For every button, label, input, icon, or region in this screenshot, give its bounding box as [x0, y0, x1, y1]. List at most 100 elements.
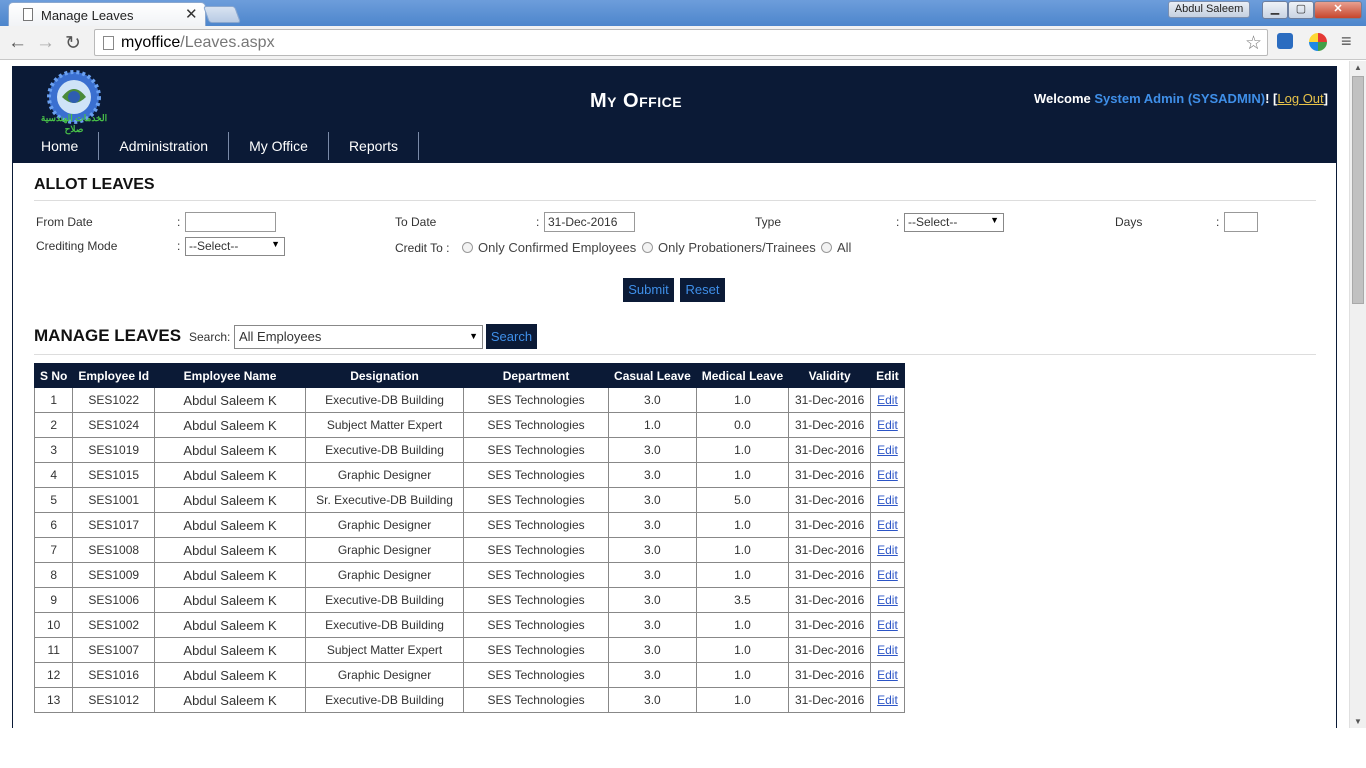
crediting-mode-select[interactable]: --Select-- ▼: [185, 237, 285, 256]
leaves-table: S No Employee Id Employee Name Designati…: [33, 363, 905, 713]
to-date-input[interactable]: 31-Dec-2016: [544, 212, 635, 232]
cell-casual-leave: 3.0: [608, 487, 697, 513]
reset-button[interactable]: Reset: [680, 278, 725, 302]
cell-validity: 31-Dec-2016: [788, 387, 872, 413]
cell-sno: 11: [33, 637, 74, 663]
cell-department: SES Technologies: [463, 412, 610, 438]
logout-link[interactable]: Log Out: [1277, 91, 1323, 106]
address-bar[interactable]: myoffice/Leaves.aspx ☆: [94, 29, 1268, 56]
manage-leaves-title: MANAGE LEAVES: [34, 326, 182, 345]
cell-medical-leave: 1.0: [695, 662, 790, 688]
cell-designation: Graphic Designer: [305, 537, 465, 563]
crediting-mode-value: --Select--: [189, 239, 239, 253]
cell-employee-name: Abdul Saleem K: [154, 387, 307, 413]
edit-link[interactable]: Edit: [870, 512, 905, 538]
cell-employee-name: Abdul Saleem K: [154, 587, 307, 613]
cell-employee-name: Abdul Saleem K: [154, 562, 307, 588]
browser-menu-icon[interactable]: ≡: [1341, 31, 1352, 52]
user-name[interactable]: System Admin (SYSADMIN): [1094, 91, 1265, 106]
close-window-button[interactable]: ✕: [1314, 1, 1362, 19]
cell-casual-leave: 3.0: [608, 387, 697, 413]
search-button[interactable]: Search: [486, 324, 537, 349]
search-employee-select[interactable]: All Employees ▼: [234, 325, 483, 349]
cell-employee-name: Abdul Saleem K: [154, 412, 307, 438]
cell-sno: 4: [33, 462, 74, 488]
radio-button[interactable]: [462, 242, 473, 253]
radio-probationers-label: Only Probationers/Trainees: [658, 240, 816, 255]
edit-link[interactable]: Edit: [870, 587, 905, 613]
cell-employee-name: Abdul Saleem K: [154, 612, 307, 638]
scroll-thumb[interactable]: [1352, 76, 1364, 304]
maximize-button[interactable]: ▢: [1288, 1, 1314, 19]
scroll-up-icon[interactable]: ▲: [1354, 63, 1362, 72]
bookmark-star-icon[interactable]: ☆: [1245, 32, 1262, 55]
cell-department: SES Technologies: [463, 687, 610, 713]
cell-medical-leave: 1.0: [695, 687, 790, 713]
cell-medical-leave: 5.0: [695, 487, 790, 513]
url-text: myoffice/Leaves.aspx: [121, 34, 275, 52]
menu-item-my-office[interactable]: My Office: [229, 132, 329, 160]
cell-designation: Executive-DB Building: [305, 687, 465, 713]
cell-sno: 3: [33, 437, 74, 463]
type-select[interactable]: --Select-- ▼: [904, 213, 1004, 232]
radio-button[interactable]: [821, 242, 832, 253]
table-row: 2 SES1024 Abdul Saleem K Subject Matter Exp…: [33, 412, 905, 438]
color-picker-extension-icon[interactable]: [1309, 33, 1327, 51]
edit-link[interactable]: Edit: [870, 637, 905, 663]
edit-link[interactable]: Edit: [870, 662, 905, 688]
edit-link[interactable]: Edit: [870, 487, 905, 513]
scroll-down-icon[interactable]: ▼: [1354, 717, 1362, 726]
menu-item-home[interactable]: Home: [21, 132, 100, 160]
menu-item-administration[interactable]: Administration: [99, 132, 230, 160]
cell-employee-id: SES1001: [72, 487, 156, 513]
cell-designation: Graphic Designer: [305, 462, 465, 488]
table-row: 8 SES1009 Abdul Saleem K Graphic Designer SE…: [33, 562, 905, 588]
cell-employee-name: Abdul Saleem K: [154, 487, 307, 513]
table-row: 13 SES1012 Abdul Saleem K Executive-DB Buil…: [33, 687, 905, 713]
extension-icon[interactable]: [1277, 33, 1293, 49]
cell-medical-leave: 1.0: [695, 637, 790, 663]
cell-department: SES Technologies: [463, 537, 610, 563]
cell-employee-name: Abdul Saleem K: [154, 687, 307, 713]
cell-sno: 9: [33, 587, 74, 613]
submit-button[interactable]: Submit: [623, 278, 674, 302]
edit-link[interactable]: Edit: [870, 412, 905, 438]
edit-link[interactable]: Edit: [870, 687, 905, 713]
minimize-button[interactable]: ▁: [1262, 1, 1288, 19]
edit-link[interactable]: Edit: [870, 612, 905, 638]
cell-department: SES Technologies: [463, 562, 610, 588]
edit-link[interactable]: Edit: [870, 387, 905, 413]
cell-casual-leave: 3.0: [608, 462, 697, 488]
radio-confirmed[interactable]: Only Confirmed Employees: [462, 240, 636, 255]
from-date-input[interactable]: [185, 212, 276, 232]
back-icon[interactable]: ←: [8, 32, 27, 54]
tab-close-icon[interactable]: ✕: [185, 5, 198, 23]
radio-button[interactable]: [642, 242, 653, 253]
new-tab-button[interactable]: [202, 6, 242, 23]
radio-probationers[interactable]: Only Probationers/Trainees: [642, 240, 816, 255]
edit-link[interactable]: Edit: [870, 462, 905, 488]
edit-link[interactable]: Edit: [870, 537, 905, 563]
radio-all[interactable]: All: [821, 240, 851, 255]
type-select-value: --Select--: [908, 215, 958, 229]
browser-tab[interactable]: Manage Leaves ✕: [8, 2, 206, 26]
cell-employee-id: SES1024: [72, 412, 156, 438]
page-icon: [23, 8, 33, 21]
forward-icon[interactable]: →: [36, 32, 55, 54]
days-input[interactable]: [1224, 212, 1258, 232]
cell-department: SES Technologies: [463, 587, 610, 613]
profile-badge[interactable]: Abdul Saleem: [1168, 1, 1250, 18]
colon: :: [536, 215, 540, 229]
table-header-row: S No Employee Id Employee Name Designati…: [33, 363, 905, 388]
radio-confirmed-label: Only Confirmed Employees: [478, 240, 637, 255]
reload-icon[interactable]: ↻: [65, 32, 81, 55]
vertical-scrollbar[interactable]: ▲ ▼: [1349, 61, 1366, 728]
cell-employee-id: SES1009: [72, 562, 156, 588]
edit-link[interactable]: Edit: [870, 437, 905, 463]
cell-designation: Executive-DB Building: [305, 437, 465, 463]
cell-employee-id: SES1008: [72, 537, 156, 563]
cell-employee-name: Abdul Saleem K: [154, 537, 307, 563]
edit-link[interactable]: Edit: [870, 562, 905, 588]
menu-item-reports[interactable]: Reports: [329, 132, 419, 160]
tab-title: Manage Leaves: [41, 8, 134, 23]
